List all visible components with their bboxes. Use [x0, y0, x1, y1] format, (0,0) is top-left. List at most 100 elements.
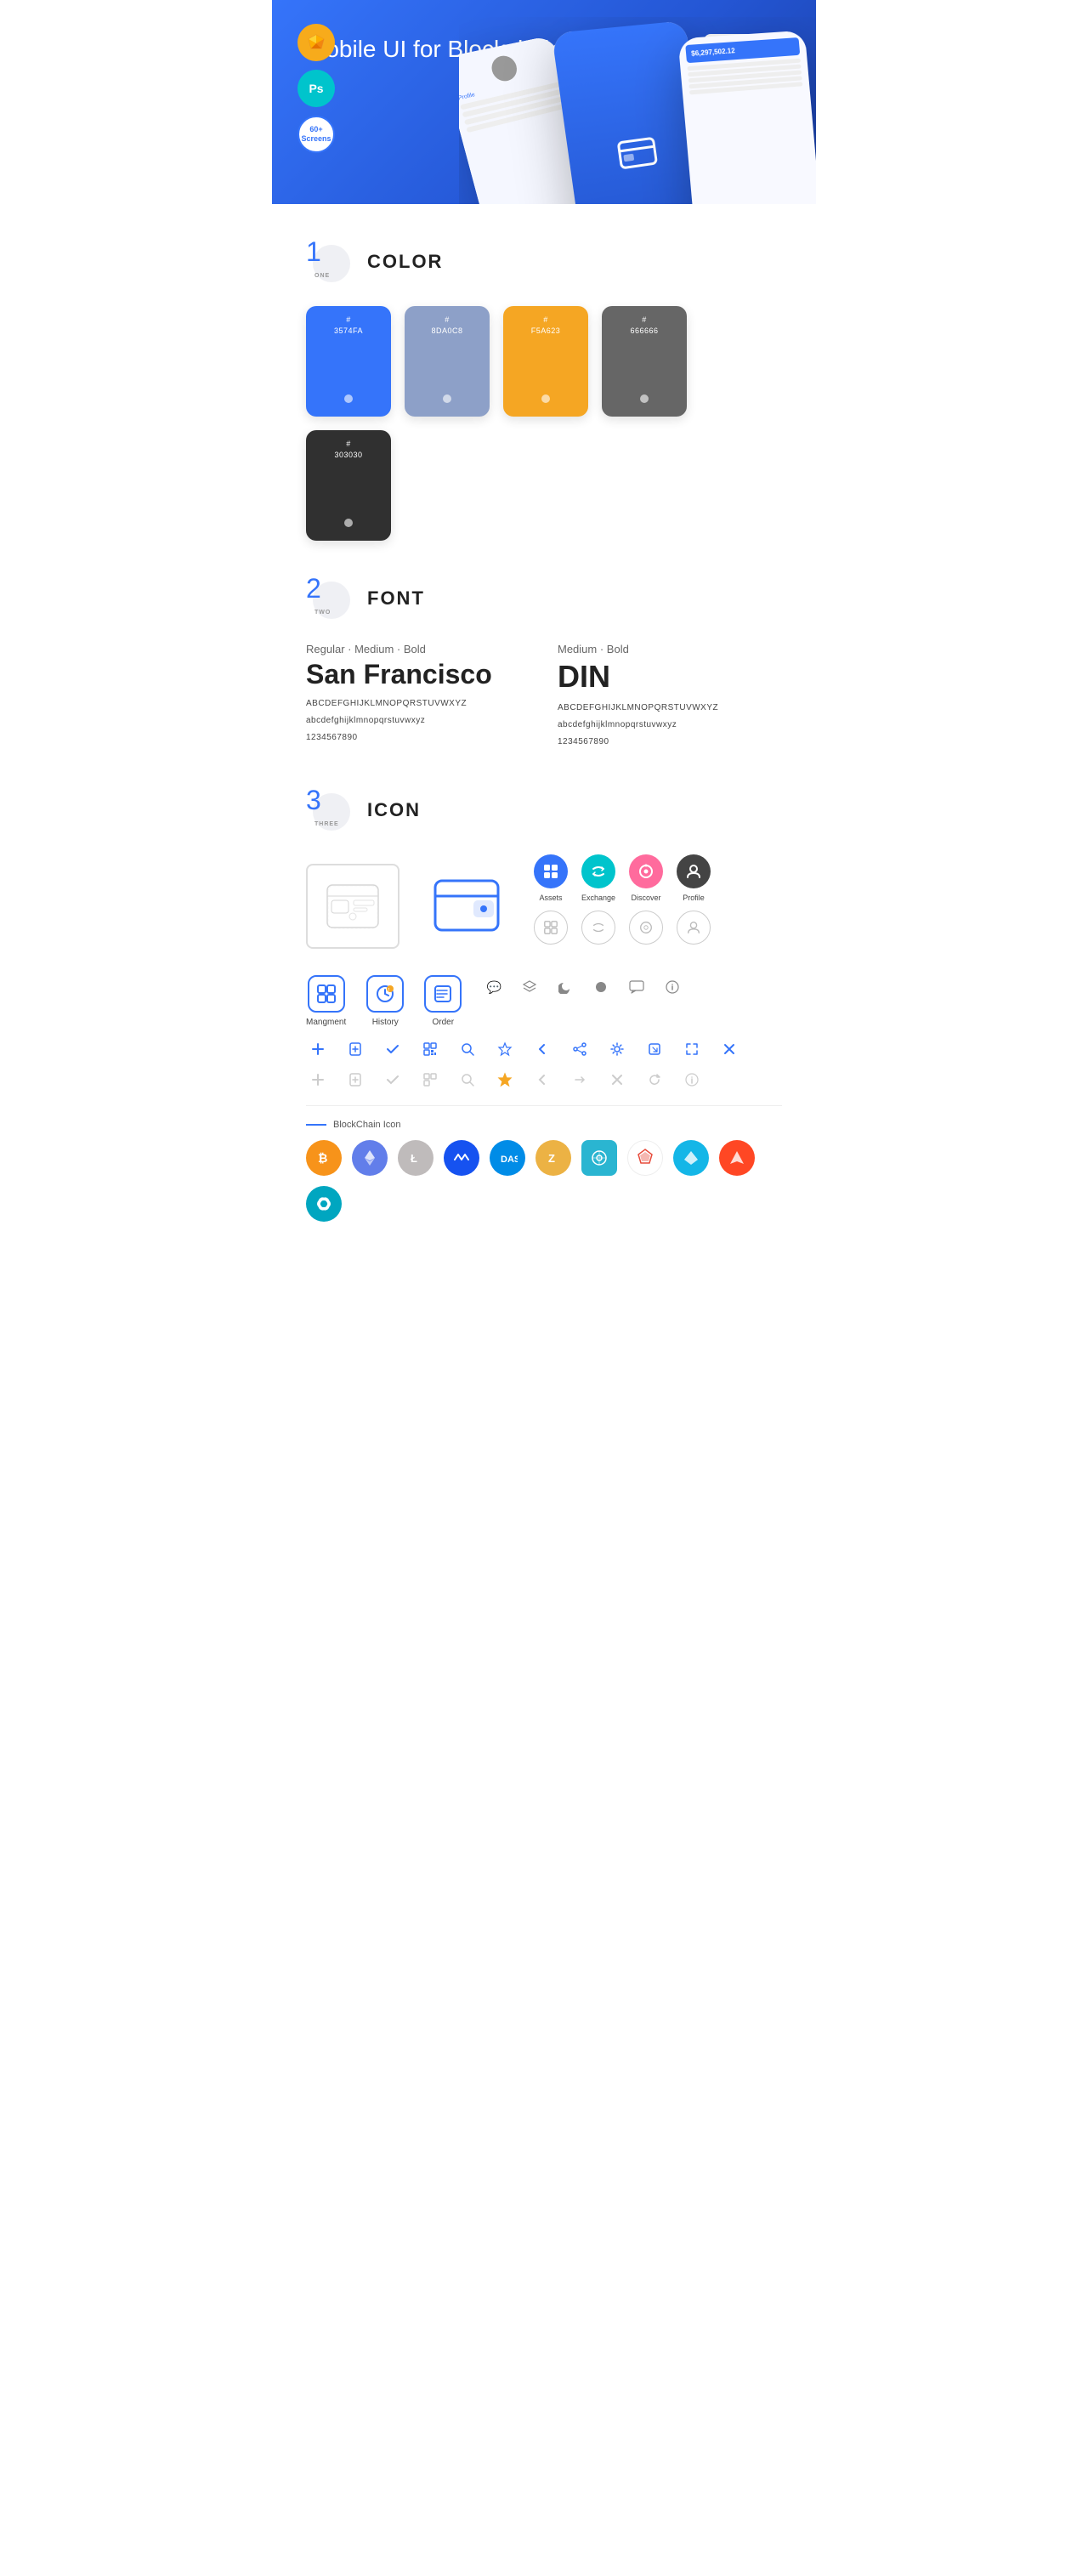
ps-badge: Ps: [298, 70, 335, 107]
blockchain-line: [306, 1124, 326, 1126]
doc-ghost-icon: [343, 1068, 367, 1092]
sketch-badge: [298, 24, 335, 61]
gno-icon: [306, 1186, 342, 1222]
din-name: DIN: [558, 659, 782, 695]
star-orange-icon: [493, 1068, 517, 1092]
profile-ghost-icon: [677, 911, 711, 945]
color-swatches: #3574FA #8DA0C8 #F5A623 #666666 #303030: [306, 306, 782, 541]
icon-main-row: Assets Exchange Discover: [306, 854, 782, 958]
share-icon: [568, 1037, 592, 1061]
settings-icon: [605, 1037, 629, 1061]
order-icon-item: Order: [424, 975, 462, 1027]
hero-badges: Ps 60+Screens: [298, 24, 335, 153]
named-icons-colored-row: Assets Exchange Discover: [534, 854, 782, 902]
check-icon: [381, 1037, 405, 1061]
plus-icon: [306, 1037, 330, 1061]
order-icon-box: [424, 975, 462, 1013]
qr-icon: [418, 1037, 442, 1061]
mgmt-icon-row: Mangment ! History Order 💬: [306, 975, 782, 1027]
color-number-wrap: 1 ONE: [306, 238, 354, 286]
exchange-icon: [581, 854, 615, 888]
bat-icon: [719, 1140, 755, 1176]
info-ghost-icon: [680, 1068, 704, 1092]
phones-area: Profile $6,297,502.12: [459, 17, 816, 204]
search-icon: [456, 1037, 479, 1061]
color-sub: ONE: [314, 273, 330, 279]
profile-icon: [677, 854, 711, 888]
svg-text:DASH: DASH: [501, 1155, 518, 1165]
ark-icon: [627, 1140, 663, 1176]
check-ghost-icon: [381, 1068, 405, 1092]
din-lower: abcdefghijklmnopqrstuvwxyz: [558, 718, 782, 732]
history-icon-item: ! History: [366, 975, 404, 1027]
assets-ghost-icon: [534, 911, 568, 945]
sf-nums: 1234567890: [306, 731, 530, 745]
btc-icon: ₿: [306, 1140, 342, 1176]
layers-icon: [518, 975, 541, 999]
assets-icon: [534, 854, 568, 888]
din-styles: Medium · Bold: [558, 643, 782, 655]
hero-section: Mobile UI for Blockchain Wallet UI Kit P…: [272, 0, 816, 204]
reload-ghost-icon: [643, 1068, 666, 1092]
eth-icon: [352, 1140, 388, 1176]
management-icon-box: [308, 975, 345, 1013]
discover-ghost-icon: [629, 911, 663, 945]
din-upper: ABCDEFGHIJKLMNOPQRSTUVWXYZ: [558, 701, 782, 715]
speech-bubble-icon: [625, 975, 649, 999]
font-sub: TWO: [314, 610, 331, 616]
x-ghost-icon: [605, 1068, 629, 1092]
font-grid: Regular · Medium · Bold San Francisco AB…: [306, 643, 782, 752]
dash-icon: DASH: [490, 1140, 525, 1176]
swatch-muted-blue: #8DA0C8: [405, 306, 490, 417]
document-add-icon: [343, 1037, 367, 1061]
net-icon: [581, 1140, 617, 1176]
history-icon-box: !: [366, 975, 404, 1013]
font-section-header: 2 TWO FONT: [306, 575, 782, 622]
icon-number: 3: [306, 786, 321, 814]
util-icons-row1: [306, 1037, 782, 1061]
info-icon: [660, 975, 684, 999]
resize-icon: [680, 1037, 704, 1061]
box-arrow-icon: [643, 1037, 666, 1061]
swatch-dark: #303030: [306, 430, 391, 541]
icon-colored-wallet: [420, 864, 513, 949]
arrows-ghost-icon: [568, 1068, 592, 1092]
sf-name: San Francisco: [306, 659, 530, 690]
waves-icon: [444, 1140, 479, 1176]
zec-icon: Z: [536, 1140, 571, 1176]
svg-text:Z: Z: [548, 1152, 555, 1165]
misc-icons-block: 💬: [482, 975, 782, 1027]
chat-icon: 💬: [482, 975, 506, 999]
icon-wireframe: [306, 864, 400, 949]
main-content: 1 ONE COLOR #3574FA #8DA0C8 #F5A623 #666…: [272, 238, 816, 1273]
swatch-orange: #F5A623: [503, 306, 588, 417]
assets-icon-named: Assets: [534, 854, 568, 902]
exchange-ghost-icon: [581, 911, 615, 945]
plus-ghost-icon: [306, 1068, 330, 1092]
font-number: 2: [306, 575, 321, 602]
font-din-block: Medium · Bold DIN ABCDEFGHIJKLMNOPQRSTUV…: [558, 643, 782, 752]
circle-icon: [589, 975, 613, 999]
sf-upper: ABCDEFGHIJKLMNOPQRSTUVWXYZ: [306, 697, 530, 711]
swatch-blue: #3574FA: [306, 306, 391, 417]
named-icons-ghost-row: [534, 911, 782, 945]
crypto-icons-row: ₿ Ł DASH Z: [306, 1140, 782, 1222]
profile-icon-named: Profile: [677, 854, 711, 902]
svg-text:₿: ₿: [318, 1151, 327, 1165]
sf-styles: Regular · Medium · Bold: [306, 643, 530, 655]
din-nums: 1234567890: [558, 735, 782, 749]
color-section-header: 1 ONE COLOR: [306, 238, 782, 286]
icon-sub: THREE: [314, 821, 339, 827]
sf-lower: abcdefghijklmnopqrstuvwxyz: [306, 714, 530, 728]
exchange-icon-named: Exchange: [581, 854, 615, 902]
font-number-wrap: 2 TWO: [306, 575, 354, 622]
misc-icons-row1: 💬: [482, 975, 782, 999]
blockchain-label: BlockChain Icon: [306, 1120, 782, 1130]
color-title: COLOR: [367, 251, 443, 273]
named-icons-wrap: Assets Exchange Discover: [534, 854, 782, 958]
icon-section-header: 3 THREE ICON: [306, 786, 782, 834]
search-ghost-icon: [456, 1068, 479, 1092]
icon-number-wrap: 3 THREE: [306, 786, 354, 834]
icon-title: ICON: [367, 799, 421, 821]
color-number: 1: [306, 238, 321, 265]
